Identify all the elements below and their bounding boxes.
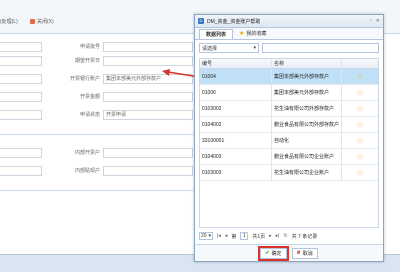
header-fav — [342, 59, 378, 68]
restore-icon[interactable]: ▫ — [370, 18, 372, 24]
table-row[interactable]: 0103003 花生油有限公司企业账户 ☆ — [200, 165, 378, 181]
tab-bar: 数据列表 ★ 我的收藏 — [195, 28, 383, 40]
page-input[interactable]: 1 — [240, 232, 249, 240]
account-help-dialog: D DM_资金_资金账户帮助 ▫ ✕ 数据列表 ★ 我的收藏 请选择 ▾ 编号 名称… — [194, 14, 384, 262]
field-label: 申请批号 — [79, 44, 100, 50]
app-icon: D — [198, 18, 204, 24]
table-row[interactable]: 0104003 鹏业食品有限公司企业账户 ☆ — [200, 149, 378, 165]
star-icon: ★ — [239, 31, 245, 37]
star-icon[interactable]: ☆ — [342, 121, 378, 129]
field-label: 期望开票日 — [74, 58, 100, 64]
header-name[interactable]: 名称 — [272, 59, 342, 68]
close-icon — [30, 19, 35, 24]
left-field[interactable] — [0, 110, 42, 120]
cell-code: 33100001 — [200, 133, 272, 148]
left-field[interactable] — [0, 92, 42, 102]
cell-code: 01004 — [200, 69, 272, 84]
cell-code: 0103002 — [200, 101, 272, 116]
table-row[interactable]: 01004 集团本部美元外部存款户 ☆ — [200, 69, 378, 85]
field-label: 开票银行账户 — [69, 76, 100, 82]
left-field[interactable] — [0, 166, 42, 176]
left-field[interactable] — [0, 148, 42, 158]
cell-code: 0104003 — [200, 149, 272, 164]
chevron-down-icon: ▾ — [208, 233, 211, 239]
left-field[interactable] — [0, 56, 42, 66]
header-code[interactable]: 编号 — [200, 59, 272, 68]
grid-header: 编号 名称 — [200, 59, 378, 69]
tab-favorites[interactable]: ★ 我的收藏 — [233, 29, 272, 39]
cell-name: 鹏业食品有限公司外部存款户 — [272, 117, 342, 132]
star-icon[interactable]: ☆ — [342, 105, 378, 113]
field-label: 开票金额 — [79, 94, 100, 100]
tab-data-list[interactable]: 数据列表 — [199, 29, 234, 39]
field-label: 内部开票户 — [74, 150, 100, 156]
account-grid: 编号 名称 01004 集团本部美元外部存款户 ☆ 01006 集团本部美元外部… — [199, 58, 379, 228]
ok-button[interactable]: ✔ 确定 — [258, 245, 289, 261]
table-row[interactable]: 33100001 自动化 ☆ — [200, 133, 378, 149]
divider — [0, 134, 193, 135]
right-field[interactable] — [103, 166, 193, 176]
right-field[interactable] — [103, 148, 193, 158]
toolbar-process[interactable]: (处理(L) — [0, 18, 18, 25]
cell-name: 集团本部美元外部存款户 — [272, 85, 342, 100]
cell-code: 01006 — [200, 85, 272, 100]
chevron-down-icon: ▾ — [253, 45, 256, 51]
filter-select[interactable]: 请选择 ▾ — [199, 43, 259, 53]
cell-code: 0104002 — [200, 117, 272, 132]
toolbar-close[interactable]: 关闭(X) — [30, 18, 54, 25]
left-field[interactable] — [0, 42, 42, 52]
dialog-title: DM_资金_资金账户帮助 — [207, 18, 261, 25]
prev-page-icon[interactable]: ◂ — [225, 233, 228, 239]
field-label: 内部贴现户 — [74, 168, 100, 174]
field-label: 申请状态 — [79, 112, 100, 118]
star-icon[interactable]: ☆ — [342, 169, 378, 177]
button-bar: ✔ 确定 ✘ 取消 — [195, 244, 383, 261]
record-count: 共 7 条记录 — [291, 233, 318, 240]
pager: 20 ▾ |◂ ◂ 第 1 共1页 ▸ ▸| ↻ 共 7 条记录 — [199, 231, 379, 241]
next-page-icon[interactable]: ▸ — [269, 233, 272, 239]
cell-name: 花生油有限公司外部存款户 — [272, 101, 342, 116]
star-icon[interactable]: ☆ — [342, 89, 378, 97]
cell-name: 自动化 — [272, 133, 342, 148]
cancel-button[interactable]: ✘ 取消 — [291, 247, 318, 259]
status-field[interactable]: 开票申请 — [103, 110, 193, 120]
divider — [0, 190, 193, 191]
cell-name: 花生油有限公司企业账户 — [272, 165, 342, 180]
first-page-icon[interactable]: |◂ — [217, 233, 221, 239]
cell-name: 集团本部美元外部存款户 — [272, 69, 342, 84]
filter-bar: 请选择 ▾ — [195, 40, 383, 56]
right-field[interactable] — [103, 92, 193, 102]
x-icon: ✘ — [296, 250, 301, 256]
table-row[interactable]: 0104002 鹏业食品有限公司外部存款户 ☆ — [200, 117, 378, 133]
cell-name: 鹏业食品有限公司企业账户 — [272, 149, 342, 164]
refresh-icon[interactable]: ↻ — [283, 233, 287, 239]
close-icon[interactable]: ✕ — [376, 18, 380, 24]
right-field[interactable] — [103, 42, 193, 52]
left-field[interactable] — [0, 74, 42, 84]
star-icon[interactable]: ☆ — [342, 137, 378, 145]
page-total: 共1页 — [252, 233, 266, 240]
page-size-select[interactable]: 20 ▾ — [199, 232, 213, 240]
table-row[interactable]: 01006 集团本部美元外部存款户 ☆ — [200, 85, 378, 101]
page-label: 第 — [231, 233, 237, 240]
dialog-titlebar[interactable]: D DM_资金_资金账户帮助 ▫ ✕ — [195, 15, 383, 28]
search-input[interactable] — [262, 43, 379, 53]
last-page-icon[interactable]: ▸| — [276, 233, 280, 239]
check-icon: ✔ — [265, 250, 270, 256]
table-row[interactable]: 0103002 花生油有限公司外部存款户 ☆ — [200, 101, 378, 117]
cell-code: 0103003 — [200, 165, 272, 180]
star-icon[interactable]: ☆ — [342, 73, 378, 81]
right-field[interactable] — [103, 56, 193, 66]
star-icon[interactable]: ☆ — [342, 153, 378, 161]
